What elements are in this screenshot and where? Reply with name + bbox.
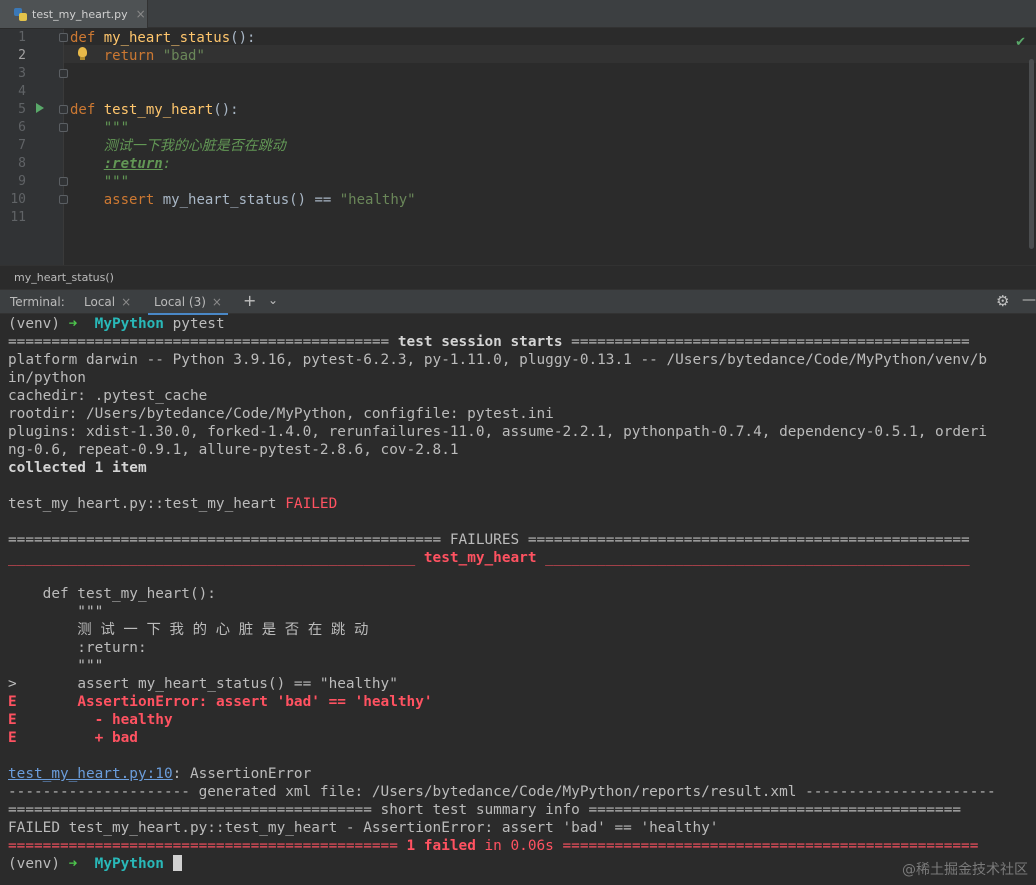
terminal-tool-bar: Terminal: Local × Local (3) × + ⌄ ⚙ — [0,289,1036,316]
breadcrumb[interactable]: my_heart_status() [0,265,1036,289]
terminal-tab-local[interactable]: Local × [84,295,131,309]
source-line: 测 试 一 下 我 的 心 脏 是 否 在 跳 动 [8,622,369,638]
assert-source-line: > assert my_heart_status() == "healthy" [8,676,398,692]
line-number: 2 [18,48,26,63]
test-result-line: test_my_heart.py::test_my_heart FAILED [8,496,338,512]
terminal-label: Terminal: [10,295,65,309]
line-number: 8 [18,156,26,171]
fold-marker-icon[interactable] [59,105,68,114]
failures-header-line: ========================================… [8,532,970,548]
final-result-line: ========================================… [8,838,979,854]
summary-header-line: ========================================… [8,802,962,818]
gear-icon[interactable]: ⚙ [996,292,1009,310]
close-icon[interactable]: × [121,295,131,309]
error-location-line: test_my_heart.py:10: AssertionError [8,766,312,782]
line-number: 9 [18,174,26,189]
xml-report-line: --------------------- generated xml file… [8,784,996,800]
plugins-line-wrap: ng-0.6, repeat-0.9.1, allure-pytest-2.8.… [8,442,459,458]
close-icon[interactable]: × [212,295,222,309]
line-number: 4 [18,84,26,99]
source-line: def test_my_heart(): [8,586,216,602]
plugins-line: plugins: xdist-1.30.0, forked-1.4.0, rer… [8,424,988,440]
editor-tab-bar: test_my_heart.py × [0,0,1036,28]
minimize-icon[interactable]: — [1022,292,1036,308]
new-terminal-plus-icon[interactable]: + [243,291,256,310]
line-number: 11 [10,210,26,225]
code-line-8: :return: [103,156,172,172]
code-line-5: def test_my_heart(): [70,102,239,118]
platform-line-wrap: in/python [8,370,86,386]
terminal-cursor [172,855,182,871]
python-file-icon [14,7,27,21]
terminal-prompt-line: (venv) ➜ MyPython pytest [8,316,225,332]
failed-summary-line: FAILED test_my_heart.py::test_my_heart -… [8,820,719,836]
fold-marker-icon[interactable] [59,33,68,42]
rootdir-line: rootdir: /Users/bytedance/Code/MyPython,… [8,406,554,422]
error-line: E + bad [8,730,138,746]
failed-test-header-line: ________________________________________… [8,550,970,566]
cachedir-line: cachedir: .pytest_cache [8,388,208,404]
code-editor[interactable]: 1 2 3 4 5 6 7 8 9 10 11 def my_heart_sta… [0,29,1036,265]
line-number: 10 [10,192,26,207]
line-number: 1 [18,30,26,45]
code-line-1: def my_heart_status(): [70,30,256,46]
terminal-prompt-line: (venv) ➜ MyPython [8,855,1032,873]
editor-scrollbar[interactable] [1029,59,1034,249]
code-line-10: assert my_heart_status() == "healthy" [103,192,416,208]
current-line-highlight [64,45,1036,63]
code-line-6: """ [70,120,130,136]
chevron-down-icon[interactable]: ⌄ [268,293,278,307]
source-line: :return: [8,640,147,656]
line-number: 3 [18,66,26,81]
fold-marker-icon[interactable] [59,69,68,78]
code-line-2: return "bad" [103,48,205,64]
line-number: 5 [18,102,26,117]
code-line-7: 测试一下我的心脏是否在跳动 [70,138,286,154]
terminal-scrollbar[interactable] [1028,315,1036,885]
collected-line: collected 1 item [8,460,147,476]
fold-marker-icon[interactable] [59,177,68,186]
editor-tab-test-my-heart[interactable]: test_my_heart.py × [0,0,148,28]
error-location-link[interactable]: test_my_heart.py:10 [8,766,173,782]
close-tab-icon[interactable]: × [136,7,146,21]
source-line: """ [8,604,104,620]
source-line: """ [8,658,104,674]
platform-line: platform darwin -- Python 3.9.16, pytest… [8,352,988,368]
editor-gutter: 1 2 3 4 5 6 7 8 9 10 11 [0,29,68,265]
line-number: 6 [18,120,26,135]
run-test-icon[interactable] [36,103,44,113]
terminal-tab-local-3[interactable]: Local (3) × [148,295,228,316]
error-line: E AssertionError: assert 'bad' == 'healt… [8,694,433,710]
fold-marker-icon[interactable] [59,195,68,204]
inspection-ok-icon[interactable]: ✔ [1015,35,1026,50]
watermark: @稀土掘金技术社区 [902,862,1028,878]
line-number: 7 [18,138,26,153]
editor-tab-label: test_my_heart.py [32,7,128,21]
code-line-9: """ [70,174,130,190]
session-start-line: ========================================… [8,334,970,350]
error-line: E - healthy [8,712,173,728]
terminal-output[interactable]: (venv) ➜ MyPython pytest ===============… [0,315,1036,885]
fold-marker-icon[interactable] [59,123,68,132]
